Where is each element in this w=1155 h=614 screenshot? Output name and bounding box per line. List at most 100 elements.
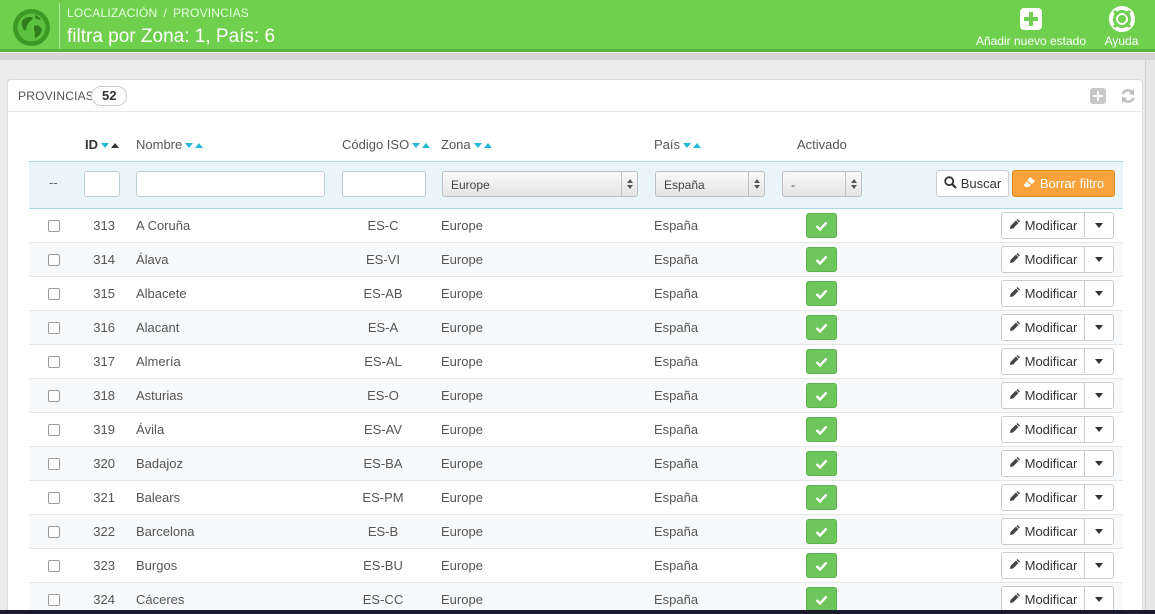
- row-checkbox[interactable]: [48, 220, 60, 232]
- cell-iso-code: ES-AB: [363, 286, 403, 301]
- edit-button[interactable]: Modificar: [1002, 451, 1085, 476]
- filter-active-select[interactable]: -: [782, 171, 862, 197]
- row-checkbox[interactable]: [48, 254, 60, 266]
- pencil-icon: [1009, 218, 1021, 233]
- more-actions-dropdown[interactable]: [1084, 213, 1113, 238]
- active-check-icon[interactable]: [806, 349, 837, 374]
- pencil-icon: [1009, 252, 1021, 267]
- row-checkbox[interactable]: [48, 458, 60, 470]
- cell-id: 313: [93, 218, 115, 233]
- edit-button-group: Modificar: [1001, 382, 1114, 409]
- sort-asc-icon[interactable]: [422, 143, 431, 149]
- filter-id-input[interactable]: [84, 171, 120, 197]
- cell-country: España: [654, 286, 699, 301]
- add-new-state-button[interactable]: Añadir nuevo estado: [972, 6, 1090, 48]
- reset-filter-button[interactable]: Borrar filtro: [1012, 170, 1115, 197]
- sort-asc-icon[interactable]: [483, 143, 492, 149]
- more-actions-dropdown[interactable]: [1084, 281, 1113, 306]
- cell-zone: Europe: [441, 558, 483, 573]
- filter-country-select[interactable]: España: [655, 171, 765, 197]
- edit-button[interactable]: Modificar: [1002, 247, 1085, 272]
- active-check-icon[interactable]: [806, 383, 837, 408]
- row-checkbox[interactable]: [48, 594, 60, 606]
- chevron-down-icon: [1094, 223, 1103, 228]
- sort-desc-icon[interactable]: [101, 143, 109, 149]
- lifebuoy-icon: [1108, 6, 1135, 32]
- edit-button[interactable]: Modificar: [1002, 417, 1085, 442]
- active-check-icon[interactable]: [806, 213, 837, 238]
- edit-button[interactable]: Modificar: [1002, 349, 1085, 374]
- edit-button[interactable]: Modificar: [1002, 553, 1085, 578]
- sort-asc-icon[interactable]: [111, 143, 119, 149]
- more-actions-dropdown[interactable]: [1084, 383, 1113, 408]
- filter-zone-select[interactable]: Europe: [442, 171, 638, 197]
- row-checkbox[interactable]: [48, 424, 60, 436]
- more-actions-dropdown[interactable]: [1084, 553, 1113, 578]
- table-row: 319 Ávila ES-AV Europe España Modificar: [29, 413, 1123, 447]
- table-row: 313 A Coruña ES-C Europe España Modificar: [29, 209, 1123, 243]
- cell-id: 315: [93, 286, 115, 301]
- page-header: LOCALIZACIÓN / PROVINCIAS filtra por Zona:…: [0, 0, 1155, 52]
- active-check-icon[interactable]: [806, 315, 837, 340]
- reset-filter-label: Borrar filtro: [1039, 176, 1105, 191]
- active-check-icon[interactable]: [806, 281, 837, 306]
- cell-country: España: [654, 354, 699, 369]
- active-check-icon[interactable]: [806, 519, 837, 544]
- edit-button[interactable]: Modificar: [1002, 519, 1085, 544]
- help-button[interactable]: Ayuda: [1100, 6, 1143, 48]
- edit-button[interactable]: Modificar: [1002, 213, 1085, 238]
- row-checkbox[interactable]: [48, 492, 60, 504]
- active-check-icon[interactable]: [806, 587, 837, 612]
- edit-button-group: Modificar: [1001, 586, 1114, 613]
- more-actions-dropdown[interactable]: [1084, 519, 1113, 544]
- row-checkbox[interactable]: [48, 560, 60, 572]
- sort-desc-icon[interactable]: [412, 143, 421, 149]
- filter-name-input[interactable]: [136, 171, 325, 197]
- window-bottom-edge: [0, 610, 1155, 614]
- filter-active-value: -: [791, 178, 795, 192]
- edit-button[interactable]: Modificar: [1002, 383, 1085, 408]
- sort-asc-icon[interactable]: [195, 143, 204, 149]
- search-button[interactable]: Buscar: [936, 170, 1009, 197]
- table-row: 314 Álava ES-VI Europe España Modificar: [29, 243, 1123, 277]
- add-new-icon[interactable]: [1089, 87, 1107, 105]
- more-actions-dropdown[interactable]: [1084, 451, 1113, 476]
- edit-button[interactable]: Modificar: [1002, 281, 1085, 306]
- row-checkbox[interactable]: [48, 390, 60, 402]
- chevron-down-icon: [1094, 461, 1103, 466]
- more-actions-dropdown[interactable]: [1084, 417, 1113, 442]
- cell-name: Badajoz: [136, 456, 183, 471]
- breadcrumb-separator: /: [163, 6, 167, 20]
- page-scrollbar[interactable]: [1145, 60, 1155, 614]
- row-checkbox[interactable]: [48, 526, 60, 538]
- more-actions-dropdown[interactable]: [1084, 587, 1113, 612]
- sort-desc-icon[interactable]: [473, 143, 482, 149]
- row-checkbox[interactable]: [48, 288, 60, 300]
- breadcrumb-item-provincias[interactable]: PROVINCIAS: [173, 6, 249, 20]
- more-actions-dropdown[interactable]: [1084, 315, 1113, 340]
- active-check-icon[interactable]: [806, 451, 837, 476]
- active-check-icon[interactable]: [806, 417, 837, 442]
- chevron-down-icon: [1094, 257, 1103, 262]
- active-check-icon[interactable]: [806, 485, 837, 510]
- row-checkbox[interactable]: [48, 322, 60, 334]
- chevron-down-icon: [1094, 325, 1103, 330]
- cell-iso-code: ES-O: [367, 388, 399, 403]
- sort-desc-icon[interactable]: [185, 143, 194, 149]
- edit-button[interactable]: Modificar: [1002, 485, 1085, 510]
- more-actions-dropdown[interactable]: [1084, 349, 1113, 374]
- edit-button-label: Modificar: [1024, 524, 1078, 539]
- filter-iso-input[interactable]: [342, 171, 426, 197]
- more-actions-dropdown[interactable]: [1084, 247, 1113, 272]
- row-checkbox[interactable]: [48, 356, 60, 368]
- edit-button[interactable]: Modificar: [1002, 315, 1085, 340]
- edit-button[interactable]: Modificar: [1002, 587, 1085, 612]
- sort-asc-icon[interactable]: [693, 143, 702, 149]
- active-check-icon[interactable]: [806, 553, 837, 578]
- edit-button-label: Modificar: [1024, 286, 1078, 301]
- refresh-icon[interactable]: [1119, 87, 1137, 105]
- breadcrumb-item-localizacion[interactable]: LOCALIZACIÓN: [67, 6, 157, 20]
- active-check-icon[interactable]: [806, 247, 837, 272]
- more-actions-dropdown[interactable]: [1084, 485, 1113, 510]
- sort-desc-icon[interactable]: [683, 143, 692, 149]
